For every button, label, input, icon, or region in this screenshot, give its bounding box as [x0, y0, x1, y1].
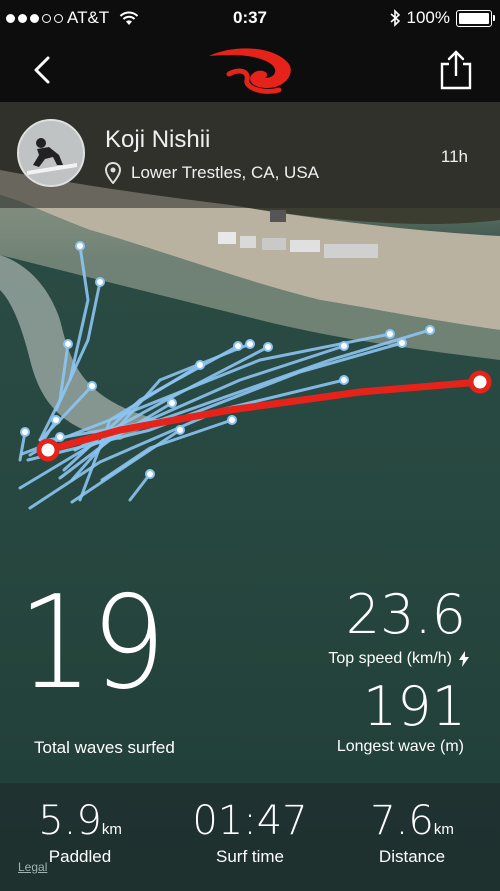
top-speed-row: Top speed (km/h) — [328, 650, 470, 668]
session-time-ago: 11h — [440, 147, 468, 166]
wave-tracks — [18, 241, 492, 510]
longest-wave-value: 191 — [362, 675, 466, 738]
surf-time-value: 01:47 — [192, 798, 308, 844]
wave-start-point — [233, 341, 243, 351]
bottom-stats-bar: 5.9km Paddled 01:47 Surf time 7.6km Dist… — [0, 783, 500, 891]
top-speed-label: Top speed (km/h) — [328, 650, 452, 667]
wave-start-point — [167, 398, 177, 408]
location-pin-icon — [105, 162, 121, 184]
surfer-name[interactable]: Koji Nishii — [105, 126, 210, 154]
distance-label: Distance — [378, 847, 446, 866]
paddled-stat: 5.9km Paddled — [30, 801, 130, 867]
top-speed-value: 23.6 — [345, 583, 466, 646]
longest-wave-label: Longest wave (m) — [336, 738, 464, 755]
surfer-avatar-icon — [19, 121, 83, 185]
nav-bar — [0, 36, 500, 102]
session-map[interactable] — [0, 102, 500, 891]
session-header: Koji Nishii Lower Trestles, CA, USA 11h — [0, 102, 500, 208]
wave-start-point — [145, 469, 155, 479]
battery-icon — [456, 9, 495, 27]
wave-start-point — [195, 360, 205, 370]
distance-unit: km — [433, 821, 454, 838]
wave-start-point — [263, 342, 273, 352]
wave-start-point — [175, 425, 185, 435]
wave-start-point — [339, 375, 349, 385]
wave-start-point — [385, 329, 395, 339]
back-chevron-icon[interactable] — [24, 50, 64, 90]
wave-start-point — [51, 415, 61, 425]
spot-location: Lower Trestles, CA, USA — [131, 163, 320, 182]
surf-time-label: Surf time — [215, 847, 285, 866]
avatar[interactable] — [17, 119, 85, 187]
wave-start-point — [55, 432, 65, 442]
distance-stat: 7.6km Distance — [362, 801, 462, 867]
distance-value: 7.6 — [370, 798, 434, 844]
wave-start-point — [397, 338, 407, 348]
wave-start-point — [95, 277, 105, 287]
legal-link[interactable]: Legal — [18, 860, 47, 874]
total-waves-value: 19 — [18, 569, 166, 718]
bluetooth-icon — [389, 9, 400, 27]
longest-wave-endpoint — [468, 370, 492, 394]
ripcurl-logo-icon — [209, 48, 291, 94]
wave-start-point — [75, 241, 85, 251]
wave-start-point — [63, 339, 73, 349]
total-waves-label: Total waves surfed — [34, 738, 175, 757]
paddled-unit: km — [101, 821, 122, 838]
surf-time-stat: 01:47 Surf time — [185, 801, 315, 867]
wave-start-point — [339, 341, 349, 351]
wave-start-point — [20, 427, 30, 437]
longest-wave-endpoint — [36, 438, 60, 462]
wave-start-point — [87, 381, 97, 391]
battery-percent: 100% — [406, 8, 450, 27]
status-bar: AT&T 0:37 100% — [0, 0, 500, 36]
share-icon[interactable] — [436, 48, 476, 92]
wave-start-point — [227, 415, 237, 425]
lightning-icon — [459, 651, 469, 667]
paddled-value: 5.9 — [38, 798, 102, 844]
wave-start-point — [425, 325, 435, 335]
wave-start-point — [245, 339, 255, 349]
